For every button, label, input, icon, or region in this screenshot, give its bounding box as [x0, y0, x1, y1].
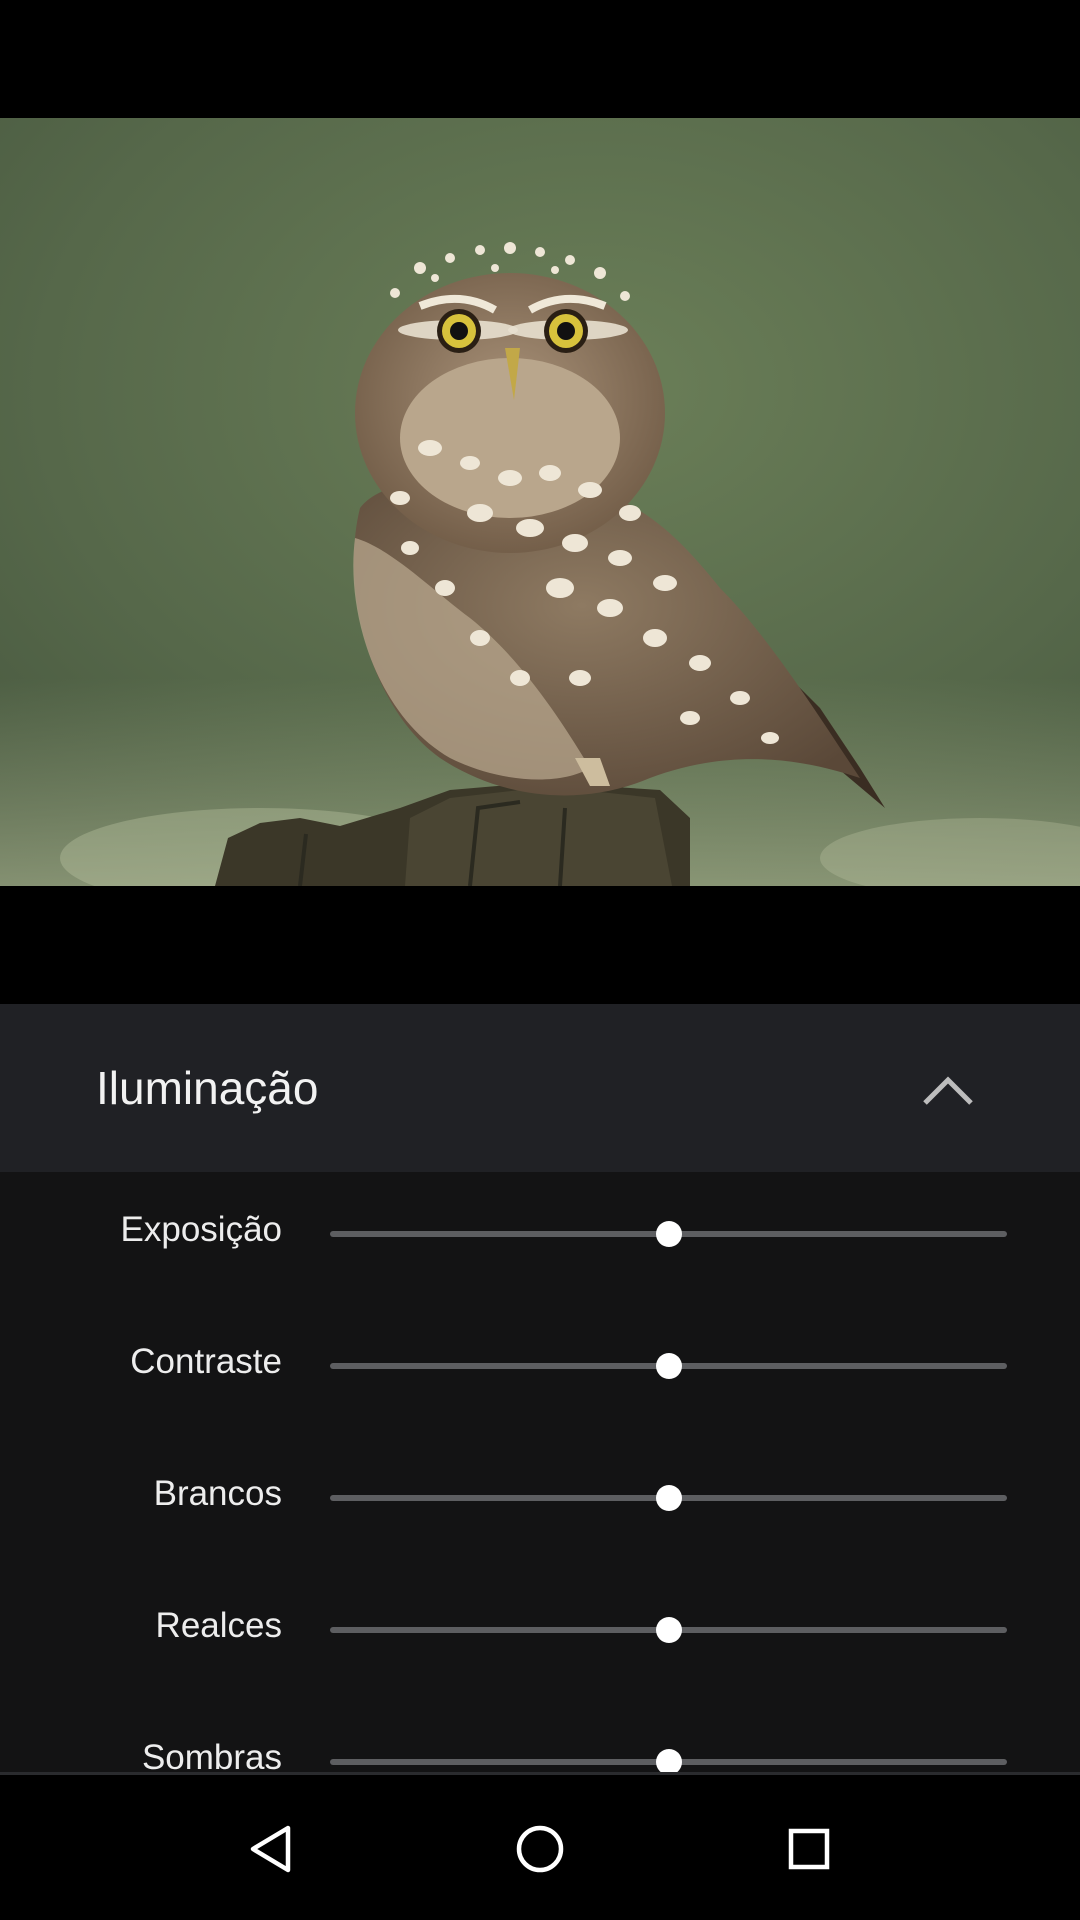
adjustment-row-realces: Realces [0, 1568, 1080, 1700]
photo-preview [0, 118, 1080, 886]
slider-thumb[interactable] [655, 1485, 682, 1511]
back-triangle-icon [250, 1825, 291, 1873]
recents-square-icon [788, 1828, 830, 1870]
sombras-slider[interactable] [330, 1749, 1007, 1772]
realces-slider[interactable] [330, 1617, 1007, 1643]
system-nav-bar [0, 1775, 1080, 1920]
exposicao-slider[interactable] [330, 1221, 1007, 1247]
lighting-panel-header[interactable]: Iluminação [0, 1004, 1080, 1172]
adjustment-label: Sombras [141, 1738, 282, 1772]
photo-letterbox [0, 886, 1080, 1004]
adjustment-label: Contraste [130, 1342, 282, 1381]
adjustment-label: Exposição [120, 1210, 282, 1249]
slider-thumb[interactable] [655, 1749, 682, 1772]
home-circle-icon [516, 1825, 564, 1873]
slider-thumb[interactable] [655, 1221, 682, 1247]
adjustment-list[interactable]: Exposição Contraste Brancos Realces Somb… [0, 1172, 1080, 1772]
collapse-panel-button[interactable] [900, 1048, 996, 1128]
adjustment-row-exposicao: Exposição [0, 1172, 1080, 1304]
brancos-slider[interactable] [330, 1485, 1007, 1511]
owl-photo-image [0, 118, 1080, 886]
adjustment-label: Realces [155, 1606, 282, 1645]
status-bar-area [0, 0, 1080, 118]
adjustment-row-brancos: Brancos [0, 1436, 1080, 1568]
adjustment-row-contraste: Contraste [0, 1304, 1080, 1436]
nav-back-button[interactable] [220, 1799, 320, 1899]
adjustment-row-sombras: Sombras [0, 1700, 1080, 1772]
chevron-up-icon [923, 1076, 973, 1105]
nav-home-button[interactable] [490, 1799, 590, 1899]
panel-title: Iluminação [96, 1062, 319, 1114]
nav-recents-button[interactable] [759, 1799, 859, 1899]
slider-thumb[interactable] [655, 1353, 682, 1379]
adjustment-label: Brancos [153, 1474, 282, 1513]
slider-thumb[interactable] [655, 1617, 682, 1643]
contraste-slider[interactable] [330, 1353, 1007, 1379]
